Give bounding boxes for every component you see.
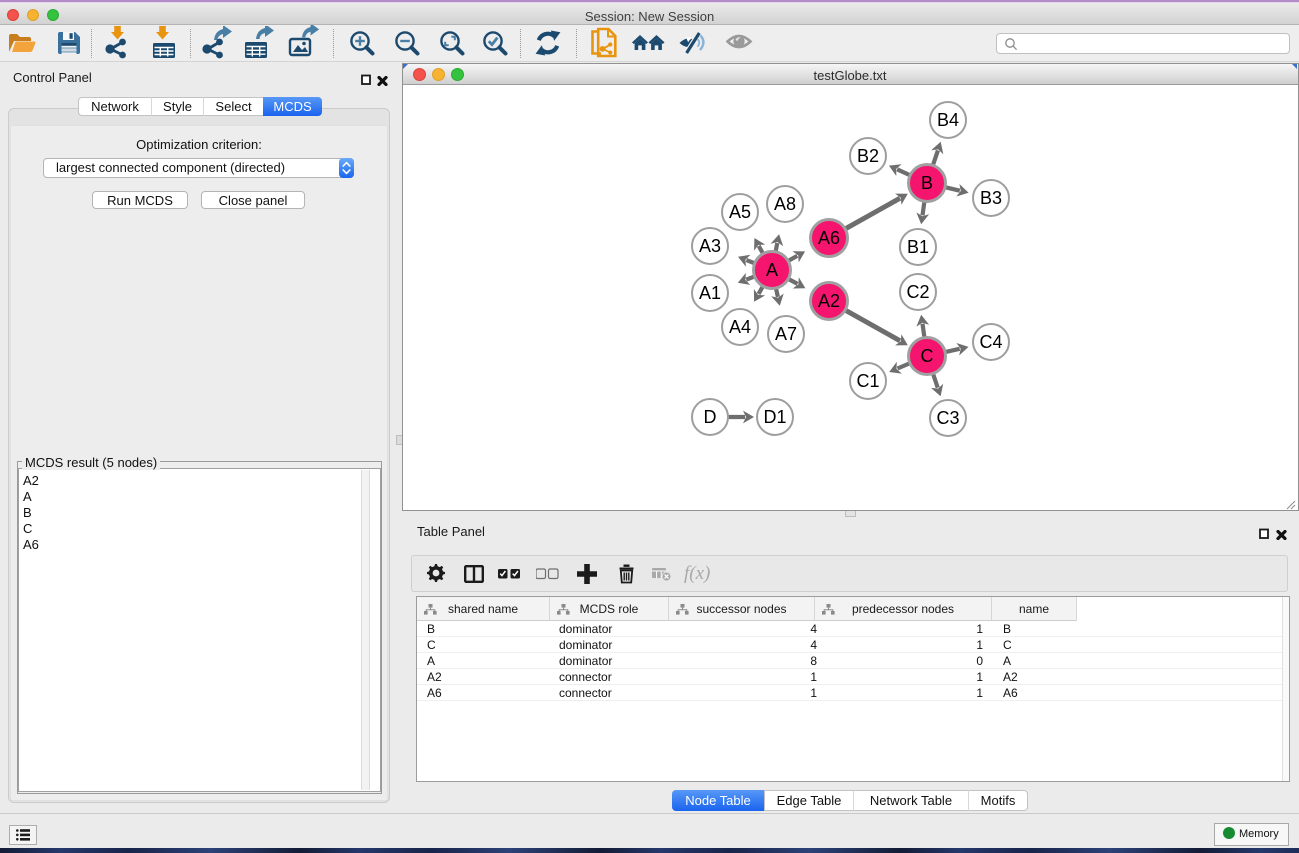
svg-text:B4: B4	[937, 110, 959, 130]
svg-text:A1: A1	[699, 283, 721, 303]
svg-text:C: C	[921, 346, 934, 366]
svg-text:A8: A8	[774, 194, 796, 214]
svg-text:C2: C2	[906, 282, 929, 302]
svg-text:B1: B1	[907, 237, 929, 257]
svg-text:B: B	[921, 173, 933, 193]
svg-text:C4: C4	[979, 332, 1002, 352]
svg-text:B3: B3	[980, 188, 1002, 208]
svg-text:D: D	[704, 407, 717, 427]
svg-text:D1: D1	[763, 407, 786, 427]
svg-text:A5: A5	[729, 202, 751, 222]
svg-text:f(x): f(x)	[684, 563, 710, 584]
svg-text:A6: A6	[818, 228, 840, 248]
svg-text:A7: A7	[775, 324, 797, 344]
svg-text:A3: A3	[699, 236, 721, 256]
svg-text:A4: A4	[729, 317, 751, 337]
svg-text:B2: B2	[857, 146, 879, 166]
svg-text:C1: C1	[856, 371, 879, 391]
svg-text:C3: C3	[936, 408, 959, 428]
svg-text:A2: A2	[818, 291, 840, 311]
svg-text:A: A	[766, 260, 778, 280]
